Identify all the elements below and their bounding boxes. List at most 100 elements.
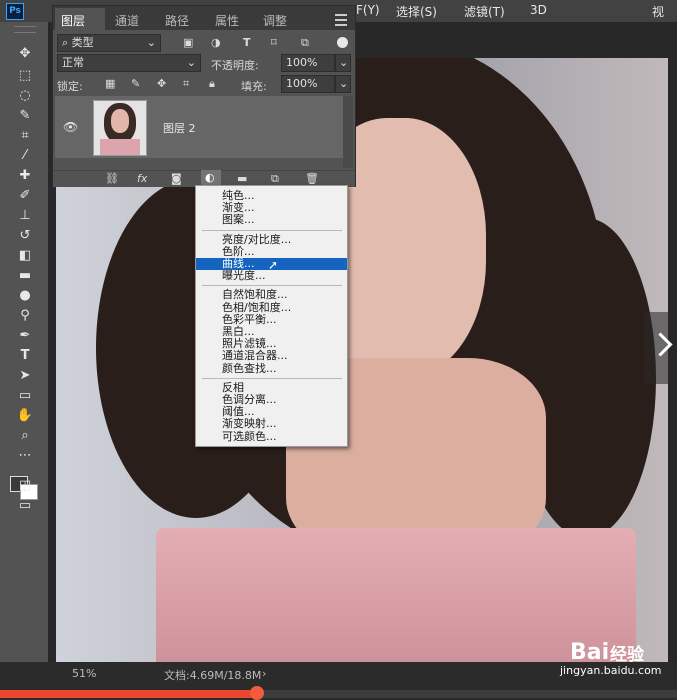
new-layer-icon[interactable]: ⧉ — [271, 172, 279, 186]
tab-channels[interactable]: 通道 — [115, 12, 139, 29]
menu-item-view[interactable]: 视 — [652, 3, 664, 20]
eyedropper-tool-icon[interactable]: ⁄ — [14, 148, 36, 164]
lock-position-icon[interactable]: ✥ — [157, 77, 166, 90]
menu-item-adjustment[interactable]: 色相/饱和度... — [196, 301, 347, 314]
quick-select-tool-icon[interactable]: ✎ — [14, 108, 36, 124]
hand-tool-icon[interactable]: ✋ — [14, 408, 36, 424]
pen-tool-icon[interactable]: ✒ — [14, 328, 36, 344]
menu-item-adjustment[interactable]: 渐变... — [196, 202, 347, 214]
menu-item-select[interactable]: 选择(S) — [396, 3, 437, 20]
adjustment-circle-icon: ◐ — [205, 171, 215, 184]
new-adjustment-button[interactable]: ◐ — [201, 170, 221, 186]
chevron-down-icon: ⌄ — [186, 56, 196, 69]
rectangle-tool-icon[interactable]: ▭ — [14, 388, 36, 404]
menu-item-adjustment[interactable]: 亮度/对比度... — [196, 233, 347, 246]
eraser-tool-icon[interactable]: ◧ — [14, 248, 36, 264]
blend-opacity-row: 正常 ⌄ 不透明度: 100% ⌄ — [53, 54, 355, 74]
menu-item-adjustment[interactable]: 渐变映射... — [196, 418, 347, 430]
baidu-jingyan-watermark: Bai 经验 jingyan.baidu.com — [540, 626, 675, 682]
tab-paths[interactable]: 路径 — [165, 12, 189, 29]
brush-tool-icon[interactable]: ✐ — [14, 188, 36, 204]
menu-item-adjustment[interactable]: 自然饱和度... — [196, 289, 347, 301]
menu-item-adjustment[interactable]: 色调分离... — [196, 394, 347, 406]
filter-type-icon[interactable]: T — [243, 36, 251, 49]
document-size-info: 文档:4.69M/18.8M — [164, 669, 262, 682]
menu-item-layer[interactable]: F(Y) — [356, 3, 380, 17]
opacity-chevron-icon[interactable]: ⌄ — [335, 54, 351, 72]
gradient-tool-icon[interactable]: ▬ — [14, 268, 36, 284]
menu-item-adjustment[interactable]: 色阶... — [196, 245, 347, 258]
add-mask-icon[interactable]: ◙ — [171, 172, 182, 185]
link-layers-icon[interactable]: ⛓︎ — [105, 172, 119, 185]
lock-artboard-icon[interactable]: ⌗ — [183, 77, 189, 91]
menu-item-adjustment[interactable]: 反相 — [196, 381, 347, 394]
next-slide-button[interactable] — [644, 312, 677, 384]
lock-fill-row: 锁定: ▦ ✎ ✥ ⌗ 🔒︎ 填充: 100% ⌄ — [53, 75, 355, 95]
menu-item-adjustment[interactable]: 纯色... — [196, 190, 347, 202]
filter-shape-icon[interactable]: ⌑ — [271, 36, 277, 49]
menu-item-adjustment-selected[interactable]: 曲线... ➚ — [196, 258, 347, 272]
lock-all-icon[interactable]: 🔒︎ — [209, 77, 215, 91]
dodge-tool-icon[interactable]: ⚲ — [14, 308, 36, 324]
menu-item-filter[interactable]: 滤镜(T) — [464, 3, 505, 20]
menu-item-adjustment[interactable]: 曝光度... — [196, 270, 347, 282]
chevron-right-icon — [648, 332, 673, 357]
delete-layer-icon[interactable]: 🗑︎ — [305, 172, 319, 185]
quick-mask-icon[interactable]: ◫ — [14, 478, 36, 494]
layers-scrollbar[interactable] — [343, 96, 353, 168]
filter-adjustment-icon[interactable]: ◑ — [211, 36, 221, 49]
menu-item-adjustment[interactable]: 色彩平衡... — [196, 313, 347, 326]
filter-toggle-icon[interactable] — [337, 37, 348, 48]
lock-transparent-pixels-icon[interactable]: ▦ — [105, 77, 115, 90]
layer-row[interactable]: 👁︎ 图层 2 — [55, 96, 343, 158]
status-expand-arrow[interactable]: › — [262, 667, 266, 680]
mouse-cursor-icon: ➚ — [268, 258, 279, 272]
fill-input[interactable]: 100% — [281, 75, 335, 93]
filter-smart-object-icon[interactable]: ⧉ — [301, 36, 309, 50]
zoom-level[interactable]: 51% — [72, 667, 96, 680]
tab-properties[interactable]: 属性 — [215, 12, 239, 29]
type-tool-icon[interactable]: T — [14, 348, 36, 364]
watermark-url: jingyan.baidu.com — [560, 664, 662, 677]
history-brush-tool-icon[interactable]: ↺ — [14, 228, 36, 244]
blend-mode-value: 正常 — [62, 56, 84, 69]
clone-stamp-tool-icon[interactable]: ⊥ — [14, 208, 36, 224]
marquee-tool-icon[interactable]: ⬚ — [14, 68, 36, 84]
menu-item-adjustment[interactable]: 通道混合器... — [196, 350, 347, 362]
zoom-tool-icon[interactable]: ⌕ — [14, 428, 36, 444]
menu-item-3d[interactable]: 3D — [530, 3, 547, 17]
blur-tool-icon[interactable]: ● — [14, 288, 36, 304]
healing-brush-tool-icon[interactable]: ✚ — [14, 168, 36, 184]
watermark-brand: Bai — [570, 640, 610, 665]
lasso-tool-icon[interactable]: ◌ — [14, 88, 36, 104]
filter-kind-dropdown[interactable]: ⌕ 类型 ⌄ — [57, 34, 161, 52]
move-tool-icon[interactable]: ✥ — [14, 46, 36, 62]
new-group-icon[interactable]: ▬ — [237, 172, 247, 185]
lock-image-pixels-icon[interactable]: ✎ — [131, 77, 140, 90]
menu-separator — [202, 285, 342, 287]
crop-tool-icon[interactable]: ⌗ — [14, 128, 36, 144]
panel-menu-icon[interactable] — [335, 14, 347, 26]
photoshop-logo: Ps — [6, 3, 24, 20]
opacity-input[interactable]: 100% — [281, 54, 335, 72]
menu-item-adjustment[interactable]: 图案... — [196, 214, 347, 226]
menu-separator — [202, 229, 342, 231]
path-select-tool-icon[interactable]: ➤ — [14, 368, 36, 384]
tab-adjustments[interactable]: 调整 — [263, 12, 287, 29]
more-tools-icon[interactable]: ⋯ — [14, 448, 36, 464]
menu-item-adjustment[interactable]: 颜色查找... — [196, 362, 347, 375]
screen-mode-icon[interactable]: ▭ — [14, 498, 36, 514]
fx-button[interactable]: fx — [137, 172, 147, 185]
toolbar-grip[interactable] — [14, 26, 36, 33]
menu-item-adjustment[interactable]: 可选颜色... — [196, 430, 347, 443]
layers-panel: 图层 通道 路径 属性 调整 ⌕ 类型 ⌄ ▣ ◑ T ⌑ ⧉ 正常 ⌄ 不透明… — [52, 5, 356, 187]
thumb-face-shape — [111, 109, 129, 133]
blend-mode-dropdown[interactable]: 正常 ⌄ — [57, 54, 201, 72]
chevron-down-icon: ⌄ — [146, 36, 156, 49]
fill-chevron-icon[interactable]: ⌄ — [335, 75, 351, 93]
video-progress-fill — [0, 690, 258, 698]
tab-layers[interactable]: 图层 — [61, 12, 85, 29]
eye-icon[interactable]: 👁︎ — [63, 120, 78, 134]
filter-pixel-icon[interactable]: ▣ — [183, 36, 193, 49]
layer-thumbnail — [93, 100, 147, 156]
